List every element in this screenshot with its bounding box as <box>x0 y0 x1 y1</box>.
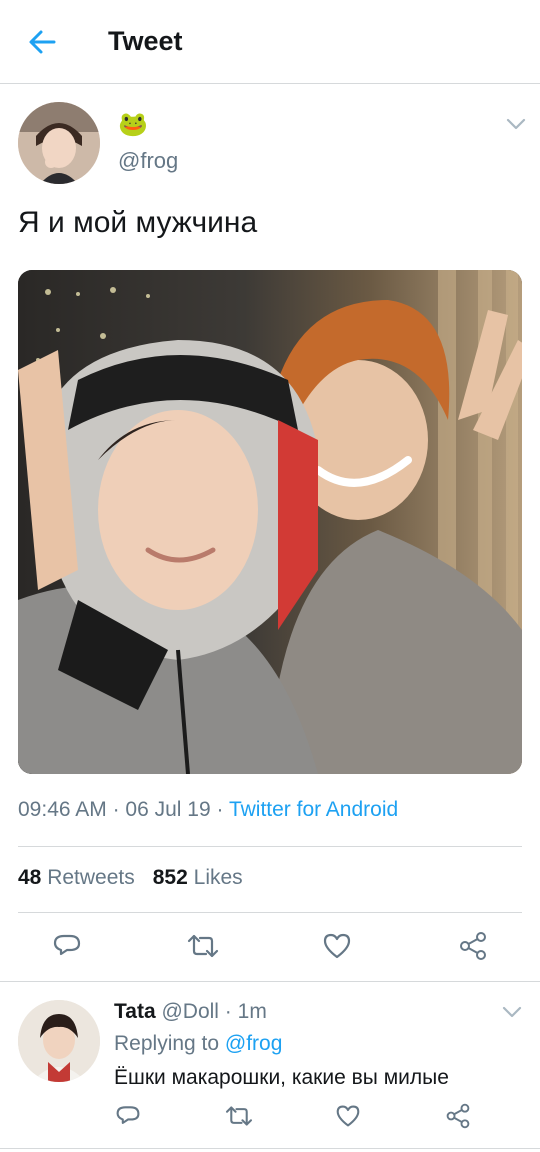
reply-author-line: Tata @Doll · 1m <box>114 1000 267 1024</box>
tweet-actions <box>0 914 540 980</box>
tweet-meta: 09:46 AM · 06 Jul 19 · Twitter for Andro… <box>18 798 398 822</box>
retweets-count: 48 <box>18 866 42 889</box>
heart-icon <box>336 1105 360 1127</box>
replying-prefix: Replying to <box>114 1032 225 1055</box>
retweets-stat[interactable]: 48 Retweets <box>18 866 135 889</box>
reply-time: 1m <box>237 1000 267 1023</box>
reply-options-button[interactable] <box>498 1002 526 1022</box>
tweet-photo[interactable] <box>18 270 522 774</box>
divider <box>18 912 522 913</box>
tweet-time: 09:46 AM <box>18 798 107 821</box>
tweet-options-button[interactable] <box>502 114 530 134</box>
reply-icon <box>116 1106 140 1124</box>
reply-separator: · <box>218 1000 238 1023</box>
retweet-icon <box>225 1106 253 1126</box>
like-button[interactable] <box>316 928 358 964</box>
reply-tweet[interactable]: Tata @Doll · 1m Replying to @frog Ёшки м… <box>0 982 540 1152</box>
replying-to-mention[interactable]: @frog <box>225 1032 283 1055</box>
likes-label: Likes <box>193 866 243 889</box>
tweet-date: 06 Jul 19 <box>125 798 211 821</box>
author-avatar[interactable] <box>18 102 100 184</box>
reply-like-button[interactable] <box>332 1100 364 1132</box>
chevron-down-icon <box>506 118 526 130</box>
likes-stat[interactable]: 852 Likes <box>153 866 243 889</box>
meta-separator: · <box>106 798 126 821</box>
reply-reply-button[interactable] <box>112 1100 144 1132</box>
chevron-down-icon <box>502 1006 522 1018</box>
app-header: Tweet <box>0 0 540 84</box>
replying-to-line: Replying to @frog <box>114 1032 282 1056</box>
retweet-button[interactable] <box>182 928 224 964</box>
author-display-name[interactable]: 🐸 <box>118 110 148 139</box>
tweet-text: Я и мой мужчина <box>18 206 258 239</box>
author-handle[interactable]: @frog <box>118 148 178 174</box>
likes-count: 852 <box>152 866 188 889</box>
share-icon <box>460 932 486 960</box>
tweet-source-link[interactable]: Twitter for Android <box>229 798 398 821</box>
retweet-icon <box>187 934 219 958</box>
reply-author-avatar[interactable] <box>18 1000 100 1082</box>
reply-retweet-button[interactable] <box>222 1100 256 1132</box>
retweets-label: Retweets <box>47 866 135 889</box>
page-title: Tweet <box>108 26 183 56</box>
divider <box>0 1148 540 1149</box>
share-button[interactable] <box>452 928 494 964</box>
reply-share-button[interactable] <box>442 1100 474 1132</box>
reply-text: Ёшки макарошки, какие вы милые <box>114 1066 449 1089</box>
reply-author-name[interactable]: Tata <box>114 1000 156 1023</box>
reply-author-handle[interactable]: @Doll <box>161 1000 219 1023</box>
back-arrow-icon <box>29 30 56 54</box>
tweet-stats: 48 Retweets 852 Likes <box>18 866 243 890</box>
meta-separator: · <box>210 798 229 821</box>
share-icon <box>446 1103 470 1129</box>
divider <box>18 846 522 847</box>
reply-icon <box>53 934 81 956</box>
tweet-header: 🐸 @frog <box>0 84 540 194</box>
back-button[interactable] <box>22 24 62 60</box>
heart-icon <box>323 933 351 959</box>
reply-button[interactable] <box>46 928 88 964</box>
